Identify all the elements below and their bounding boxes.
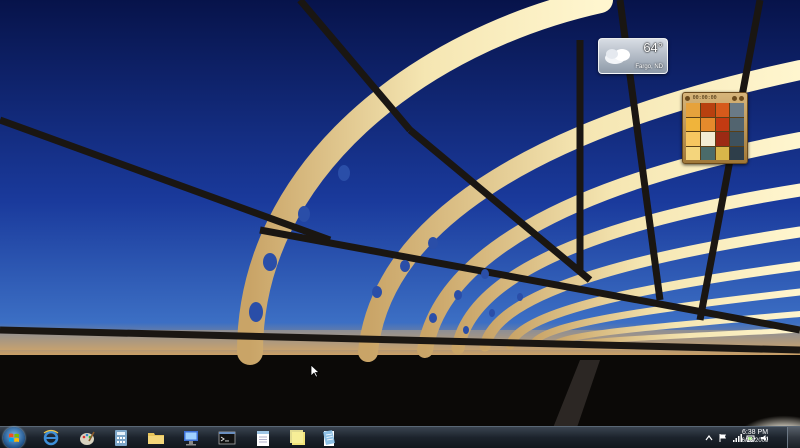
show-picture-icon[interactable]: [732, 96, 738, 101]
start-button[interactable]: [3, 427, 25, 448]
puzzle-tile[interactable]: [730, 117, 744, 131]
solve-icon[interactable]: [739, 96, 744, 101]
puzzle-tile[interactable]: [686, 146, 700, 160]
notepad-icon[interactable]: [254, 429, 272, 447]
puzzle-tile[interactable]: [715, 132, 730, 146]
puzzle-tile[interactable]: [700, 146, 715, 160]
puzzle-tile[interactable]: [730, 132, 744, 146]
clock-time: 6:38 PM: [741, 429, 769, 436]
internet-explorer-icon[interactable]: [42, 429, 60, 447]
puzzle-timer: 00:00:00: [692, 95, 717, 101]
puzzle-tile[interactable]: [686, 103, 700, 117]
clock-date: 6/18/2009: [741, 438, 769, 444]
weather-location: Fargo, ND: [635, 64, 663, 70]
puzzle-tile[interactable]: [700, 117, 715, 131]
system-clock[interactable]: 6:38 PM 6/18/2009: [732, 428, 778, 446]
remote-desktop-icon[interactable]: [182, 429, 200, 447]
wordpad-icon[interactable]: [320, 429, 338, 447]
taskbar: 6:38 PM 6/18/2009: [0, 426, 800, 448]
explorer-folder-icon[interactable]: [147, 429, 165, 447]
desktop[interactable]: 64° Fargo, ND 00:00:00 6:38 PM 6/18/2009: [0, 0, 800, 448]
action-center-flag-icon[interactable]: [718, 433, 728, 443]
sticky-notes-icon[interactable]: [289, 429, 307, 447]
puzzle-tile[interactable]: [715, 146, 730, 160]
puzzle-tile[interactable]: [715, 117, 730, 131]
paint-icon[interactable]: [78, 429, 96, 447]
puzzle-tile[interactable]: [700, 103, 715, 117]
cloudy-icon: [605, 49, 630, 64]
weather-gadget[interactable]: 64° Fargo, ND: [598, 38, 668, 74]
mouse-pointer-icon: [310, 364, 320, 378]
show-desktop-button[interactable]: [787, 427, 800, 448]
calculator-icon[interactable]: [112, 429, 130, 447]
show-hidden-icons-icon[interactable]: [704, 433, 714, 443]
puzzle-tile[interactable]: [700, 132, 715, 146]
puzzle-tile[interactable]: [730, 103, 744, 117]
puzzle-tile[interactable]: [686, 117, 700, 131]
picture-puzzle-gadget[interactable]: 00:00:00: [682, 92, 748, 164]
windows-flag-icon: [9, 433, 19, 442]
puzzle-tile[interactable]: [686, 132, 700, 146]
weather-temperature: 64°: [643, 40, 663, 55]
timer-icon: [685, 95, 690, 101]
puzzle-grid: [686, 103, 744, 160]
command-prompt-icon[interactable]: [218, 429, 236, 447]
puzzle-tile[interactable]: [730, 146, 744, 160]
puzzle-header: 00:00:00: [685, 94, 745, 102]
puzzle-tile[interactable]: [715, 103, 730, 117]
desktop-wallpaper: [0, 0, 800, 448]
